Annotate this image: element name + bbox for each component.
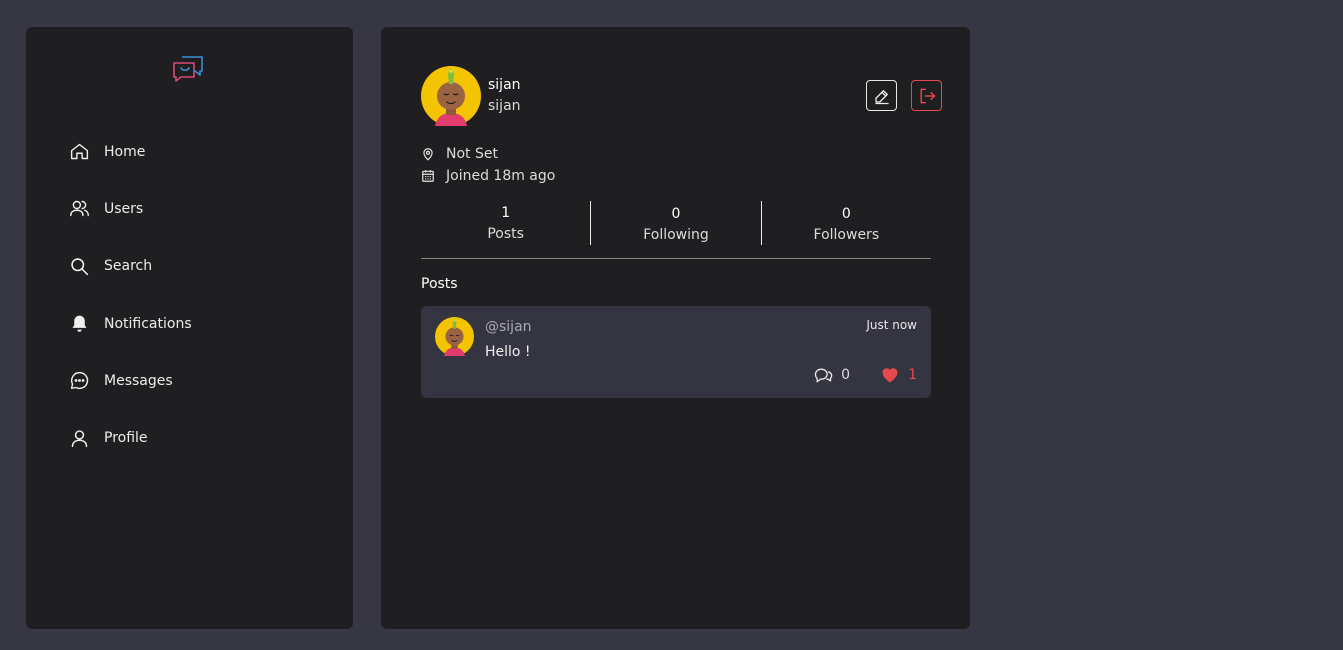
post-text: Hello ! <box>485 344 531 360</box>
profile-name: sijan <box>488 77 521 93</box>
joined-text: Joined 18m ago <box>446 168 556 184</box>
bell-icon <box>68 313 90 335</box>
sidebar-item-label: Home <box>104 143 146 160</box>
profile-handle: sijan <box>488 98 521 114</box>
chat-bubbles-logo-icon[interactable] <box>172 55 204 83</box>
sidebar-item-label: Users <box>104 200 144 217</box>
post-card[interactable]: @sijan Just now Hello ! 0 1 <box>421 306 931 398</box>
heart-icon <box>882 368 898 383</box>
stat-followers[interactable]: 0 Followers <box>760 201 931 245</box>
like-button[interactable]: 1 <box>880 365 917 385</box>
sidebar-item-profile[interactable]: Profile <box>68 409 192 466</box>
sidebar-item-messages[interactable]: Messages <box>68 352 192 409</box>
logout-icon <box>919 88 935 103</box>
profile-joined: Joined 18m ago <box>421 168 555 184</box>
post-actions: 0 1 <box>813 365 917 385</box>
message-icon <box>68 370 90 392</box>
like-count: 1 <box>908 367 917 383</box>
location-text: Not Set <box>446 146 498 162</box>
stat-value: 1 <box>501 205 511 221</box>
users-icon <box>68 198 90 220</box>
stat-value: 0 <box>841 206 851 222</box>
user-icon <box>68 427 90 449</box>
location-pin-icon <box>423 148 433 161</box>
comment-icon <box>814 368 833 383</box>
avatar[interactable] <box>421 66 481 126</box>
calendar-icon <box>422 170 434 182</box>
sidebar-item-label: Search <box>104 258 153 275</box>
sidebar-item-home[interactable]: Home <box>68 123 192 180</box>
stat-label: Following <box>643 227 709 243</box>
stat-label: Posts <box>487 226 524 242</box>
avatar[interactable] <box>435 317 474 356</box>
profile-panel: sijan sijan Not Set Joined 18m ago 1 Pos… <box>381 27 970 629</box>
profile-location: Not Set <box>421 146 498 162</box>
sidebar-item-search[interactable]: Search <box>68 238 192 295</box>
sidebar-item-label: Profile <box>104 430 148 447</box>
stat-following[interactable]: 0 Following <box>590 201 760 245</box>
posts-heading: Posts <box>421 276 458 292</box>
search-icon <box>68 255 90 277</box>
home-icon <box>68 141 90 163</box>
post-timestamp: Just now <box>866 318 917 332</box>
sidebar-item-users[interactable]: Users <box>68 180 192 237</box>
stat-label: Followers <box>813 227 880 243</box>
sidebar-item-notifications[interactable]: Notifications <box>68 295 192 352</box>
profile-stats: 1 Posts 0 Following 0 Followers <box>421 200 931 259</box>
comment-count: 0 <box>841 367 851 383</box>
sidebar-nav: Home Users Search Notifications Messages <box>68 123 192 467</box>
sidebar-item-label: Messages <box>104 372 173 389</box>
comment-button[interactable]: 0 <box>813 365 850 385</box>
logout-button[interactable] <box>911 80 942 111</box>
sidebar: Home Users Search Notifications Messages <box>26 27 353 629</box>
post-author[interactable]: @sijan <box>485 319 532 335</box>
edit-profile-button[interactable] <box>866 80 897 111</box>
stat-value: 0 <box>671 206 681 222</box>
pencil-icon <box>874 89 889 104</box>
sidebar-item-label: Notifications <box>104 315 192 332</box>
stat-posts[interactable]: 1 Posts <box>421 200 590 258</box>
